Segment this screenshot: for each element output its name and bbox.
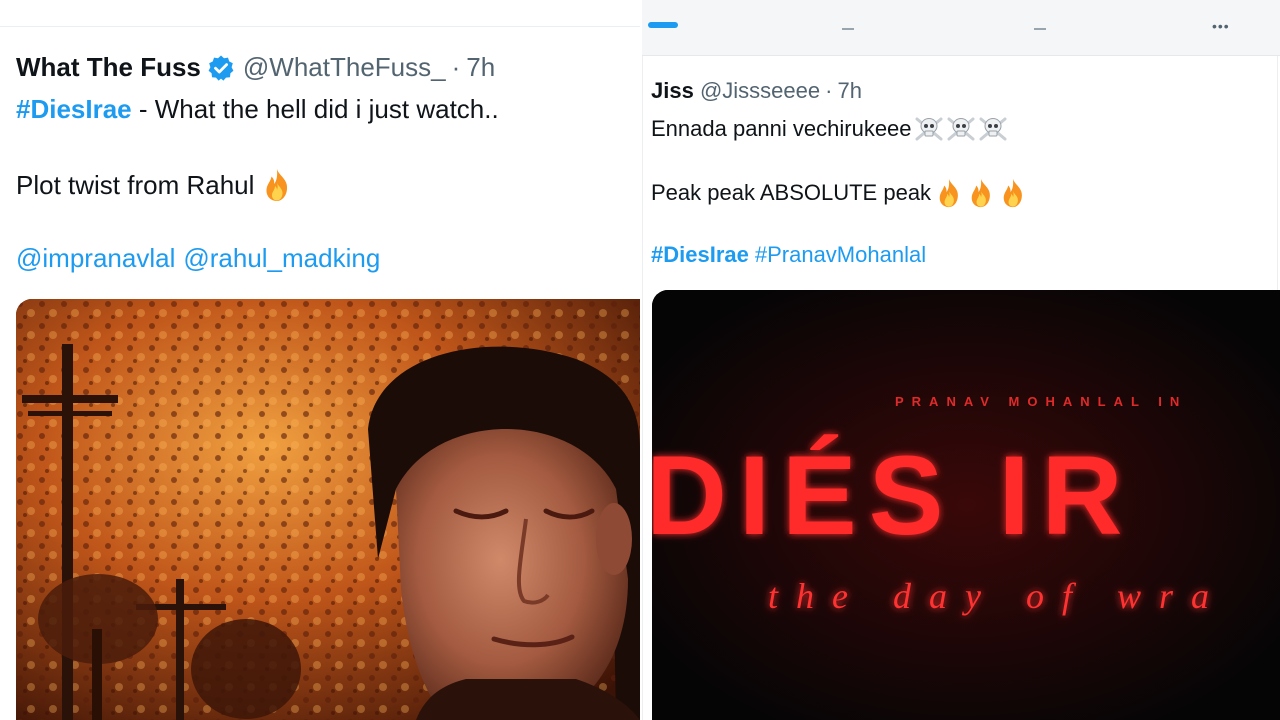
tweet-text: - What the hell did i just watch.. (131, 94, 499, 124)
active-indicator (648, 22, 678, 28)
poster-graphic: PRANAV MOHANLAL IN DIÉS IR the day of wr… (652, 290, 1280, 720)
separator-dot: · (451, 52, 461, 82)
retweet-icon[interactable] (842, 22, 854, 30)
author-name[interactable]: What The Fuss (16, 52, 201, 83)
author-name[interactable]: Jiss (651, 78, 694, 103)
hashtag-link[interactable]: #DiesIrae (651, 242, 749, 267)
tweet-text: Plot twist from Rahul (16, 169, 255, 200)
tweet-header: Jiss @Jissseeee · 7h (651, 78, 862, 104)
screenshot-collage: What The Fuss @WhatTheFuss_ · 7h #DiesIr… (0, 0, 1280, 720)
fire-emoji-icon (999, 178, 1027, 208)
verified-badge-icon (207, 54, 235, 82)
tweet-header: What The Fuss @WhatTheFuss_ · 7h (16, 52, 495, 83)
fire-emoji-icon (262, 168, 292, 202)
right-tweet[interactable]: ••• Jiss @Jissseeee · 7h Ennada panni vech… (642, 0, 1280, 720)
post-time[interactable]: 7h (466, 52, 495, 83)
author-handle[interactable]: @WhatTheFuss_ (243, 52, 446, 83)
fire-emoji-icon (967, 178, 995, 208)
left-tweet[interactable]: What The Fuss @WhatTheFuss_ · 7h #DiesIr… (0, 0, 640, 720)
tweet-text: Ennada panni vechirukeee (651, 116, 912, 141)
post-time[interactable]: 7h (837, 78, 861, 103)
poster-credit: PRANAV MOHANLAL IN (895, 394, 1187, 409)
hashtag-link[interactable]: #DiesIrae (16, 94, 132, 124)
top-divider (0, 26, 640, 27)
tweet-text-line-1: #DiesIrae - What the hell did i just wat… (16, 94, 499, 125)
fire-emoji-icon (935, 178, 963, 208)
tweet-media-image[interactable] (16, 299, 640, 720)
skull-crossbones-emoji-icon (978, 116, 1008, 142)
movie-poster-image[interactable]: PRANAV MOHANLAL IN DIÉS IR the day of wr… (652, 290, 1280, 720)
tweet-action-bar: ••• (642, 0, 1280, 56)
more-options-icon[interactable]: ••• (1212, 18, 1230, 34)
mention-link[interactable]: @rahul_madking (183, 243, 380, 273)
mention-link[interactable]: @impranavlal (16, 243, 175, 273)
tweet-card: Jiss @Jissseeee · 7h Ennada panni vechiruk… (642, 56, 1280, 720)
poster-tagline: the day of wra (768, 576, 1227, 616)
tweet-mentions: @impranavlal @rahul_madking (16, 243, 380, 274)
skull-crossbones-emoji-icon (914, 116, 944, 142)
like-icon[interactable] (1034, 22, 1046, 30)
poster-title: DIÉS IR (652, 433, 1135, 558)
tweet-hashtags: #DiesIrae #PranavMohanlal (651, 242, 926, 268)
tweet-text-line-1: Ennada panni vechirukeee (651, 116, 1008, 142)
author-handle[interactable]: @Jissseeee (700, 78, 820, 103)
tweet-text-line-2: Peak peak ABSOLUTE peak (651, 178, 1027, 208)
fire-scene-illustration (16, 299, 640, 720)
hashtag-link[interactable]: #PranavMohanlal (755, 242, 926, 267)
skull-crossbones-emoji-icon (946, 116, 976, 142)
separator-dot: · (825, 78, 833, 103)
tweet-text: Peak peak ABSOLUTE peak (651, 180, 932, 205)
tweet-text-line-2: Plot twist from Rahul (16, 168, 292, 202)
